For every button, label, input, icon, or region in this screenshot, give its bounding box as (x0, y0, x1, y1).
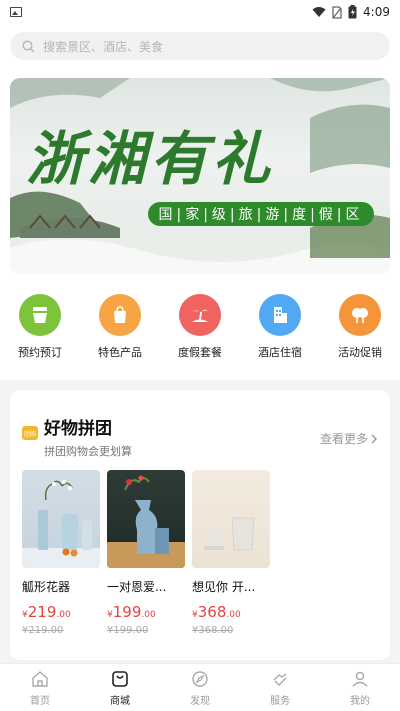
discover-icon (192, 670, 208, 687)
tree-icon (339, 294, 381, 336)
product-price: ¥368.00 (192, 603, 241, 621)
promo-banner[interactable]: 浙湘有礼 国|家|级|旅|游|度|假|区 (10, 78, 390, 274)
product-original-price: ¥368.00 (192, 625, 234, 636)
banner-section: 浙湘有礼 国|家|级|旅|游|度|假|区 (0, 72, 400, 284)
category-grid: 预约预订 特色产品 度假套餐 酒店住宿 活动促销 (0, 284, 400, 380)
tab-mine[interactable]: 我的 (330, 669, 390, 707)
product-image (107, 470, 185, 568)
user-icon (352, 671, 368, 687)
search-input[interactable]: 搜索景区、酒店、美食 (10, 32, 390, 60)
product-original-price: ¥219.00 (22, 625, 64, 636)
group-buy-header: 团购 好物拼团 拼团购物会更划算 查看更多 (22, 414, 378, 459)
banner-title: 浙湘有礼 (26, 125, 275, 193)
shop-icon (112, 670, 128, 687)
tab-label: 我的 (350, 695, 370, 707)
tab-service[interactable]: 服务 (250, 669, 310, 707)
chevron-right-icon (371, 434, 377, 443)
building-icon (259, 294, 301, 336)
category-label: 预约预订 (18, 346, 62, 359)
tab-label: 首页 (30, 695, 50, 707)
product-list: 觚形花器 ¥219.00 ¥219.00 一对恩爱... ¥199.00 ¥19… (22, 470, 270, 636)
shopping-bag-icon (99, 294, 141, 336)
product-price: ¥219.00 (22, 603, 71, 621)
group-buy-card: 团购 好物拼团 拼团购物会更划算 查看更多 觚形花器 ¥219.00 ¥219.… (10, 390, 390, 660)
product-name: 想见你 开... (192, 580, 256, 594)
product-image (192, 470, 270, 568)
category-promotion[interactable]: 活动促销 (322, 294, 398, 380)
category-label: 酒店住宿 (258, 346, 302, 359)
search-bar: 搜索景区、酒店、美食 (0, 24, 400, 72)
category-label: 活动促销 (338, 346, 382, 359)
gallery-notification-icon (10, 7, 22, 17)
wifi-icon (312, 7, 326, 17)
product-name: 觚形花器 (22, 580, 71, 594)
tab-label: 发现 (190, 695, 210, 707)
group-buy-subtitle: 拼团购物会更划算 (44, 445, 132, 458)
cup-icon (19, 294, 61, 336)
banner-subtitle: 国|家|级|旅|游|度|假|区 (148, 202, 374, 226)
palm-island-icon (179, 294, 221, 336)
status-bar: 4:09 (0, 0, 400, 24)
service-icon (273, 672, 287, 686)
view-more-label: 查看更多 (319, 432, 368, 446)
product-card[interactable]: 一对恩爱... ¥199.00 ¥199.00 (107, 470, 185, 636)
product-card[interactable]: 想见你 开... ¥368.00 ¥368.00 (192, 470, 270, 636)
bottom-tab-bar: 首页 商城 发现 服务 我的 (0, 663, 400, 711)
no-sim-icon (332, 5, 342, 19)
tab-shop[interactable]: 商城 (90, 669, 150, 707)
category-booking[interactable]: 预约预订 (2, 294, 78, 380)
product-card[interactable]: 觚形花器 ¥219.00 ¥219.00 (22, 470, 100, 636)
tab-home[interactable]: 首页 (10, 669, 70, 707)
product-image (22, 470, 100, 568)
category-specialty[interactable]: 特色产品 (82, 294, 158, 380)
search-placeholder: 搜索景区、酒店、美食 (43, 39, 164, 54)
category-label: 特色产品 (98, 346, 142, 359)
category-vacation[interactable]: 度假套餐 (162, 294, 238, 380)
search-icon (22, 39, 35, 52)
product-original-price: ¥199.00 (107, 625, 149, 636)
group-buy-title: 好物拼团 (44, 419, 112, 439)
category-label: 度假套餐 (178, 346, 222, 359)
tab-discover[interactable]: 发现 (170, 669, 230, 707)
tab-label: 服务 (270, 695, 290, 707)
group-buy-badge-icon: 团购 (22, 426, 38, 440)
status-time: 4:09 (363, 5, 390, 19)
home-icon (32, 670, 48, 687)
view-more-link[interactable]: 查看更多 (320, 430, 378, 447)
product-price: ¥199.00 (107, 603, 156, 621)
category-hotel[interactable]: 酒店住宿 (242, 294, 318, 380)
product-name: 一对恩爱... (107, 580, 167, 594)
battery-icon (348, 5, 357, 19)
tab-label: 商城 (110, 695, 130, 707)
